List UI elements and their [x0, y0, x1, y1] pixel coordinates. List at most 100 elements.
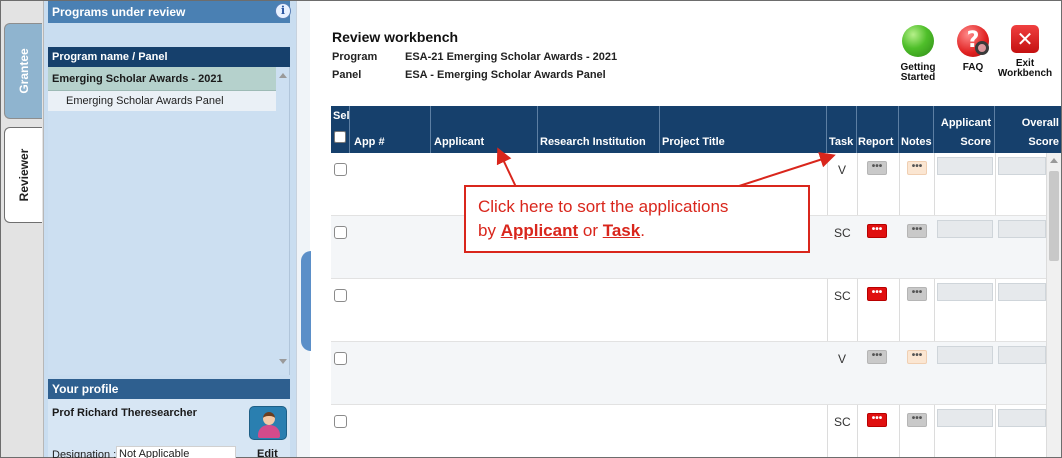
notes-button[interactable]: ••• — [907, 350, 927, 364]
callout-applicant: Applicant — [500, 221, 579, 240]
header-applicant-score[interactable]: Applicant Score — [934, 106, 995, 153]
overall-score-field[interactable] — [998, 157, 1046, 175]
report-button[interactable]: ••• — [867, 224, 887, 238]
header-sel: Sel — [331, 106, 350, 153]
profile-name: Prof Richard Theresearcher — [52, 407, 197, 419]
grid-header: Sel App # Applicant Research Institution… — [331, 106, 1061, 153]
profile-header: Your profile — [48, 379, 290, 399]
report-button[interactable]: ••• — [867, 161, 887, 175]
avatar-body-icon — [258, 425, 280, 438]
list-scroll-down-icon[interactable] — [279, 359, 287, 364]
header-notes-label: Notes — [901, 136, 932, 148]
applicant-score-field[interactable] — [937, 220, 993, 238]
getting-started-label-2: Started — [900, 72, 936, 83]
panel-value: ESA - Emerging Scholar Awards Panel — [405, 69, 606, 81]
row-checkbox[interactable] — [334, 163, 347, 176]
tab-grantee[interactable]: Grantee — [4, 23, 42, 119]
designation-label: Designation : — [52, 449, 117, 458]
header-applicant-score-label-1: Applicant — [940, 117, 991, 129]
row-checkbox[interactable] — [334, 352, 347, 365]
avatar-head-icon — [263, 412, 275, 425]
header-overall-score[interactable]: Overall Score — [995, 106, 1061, 153]
applicant-score-field[interactable] — [937, 346, 993, 364]
task-cell: SC — [834, 289, 851, 303]
report-button[interactable]: ••• — [867, 350, 887, 364]
header-task-label: Task — [829, 136, 854, 148]
exit-label-2: Workbench — [997, 68, 1053, 79]
table-row[interactable]: V ••• ••• — [331, 342, 1046, 405]
select-all-checkbox[interactable] — [334, 131, 346, 143]
notes-button[interactable]: ••• — [907, 287, 927, 301]
info-icon[interactable]: i — [275, 3, 291, 19]
panel-label: Panel — [332, 69, 362, 81]
grid-scrollbar[interactable] — [1046, 153, 1061, 457]
overall-score-field[interactable] — [998, 409, 1046, 427]
program-label: Program — [332, 51, 378, 63]
overall-score-field[interactable] — [998, 220, 1046, 238]
magnifier-icon — [975, 41, 989, 55]
splitter-collapse-handle[interactable] — [301, 251, 311, 351]
callout-by: by — [478, 221, 501, 240]
getting-started-button[interactable]: Getting Started — [891, 25, 945, 83]
faq-button[interactable]: ? FAQ — [951, 25, 995, 73]
header-app-number[interactable]: App # — [350, 106, 431, 153]
tab-grantee-label: Grantee — [16, 48, 31, 94]
overall-score-field[interactable] — [998, 346, 1046, 364]
row-checkbox[interactable] — [334, 415, 347, 428]
report-button[interactable]: ••• — [867, 413, 887, 427]
tab-reviewer-label: Reviewer — [16, 148, 31, 202]
scrollbar-thumb[interactable] — [1049, 171, 1059, 261]
help-question-icon: ? — [957, 25, 989, 57]
task-cell: SC — [834, 226, 851, 240]
avatar-edit-button[interactable] — [249, 406, 287, 440]
header-overall-score-label-1: Overall — [1021, 117, 1059, 129]
applicant-score-field[interactable] — [937, 157, 993, 175]
header-overall-score-label-2: Score — [1028, 136, 1059, 148]
scroll-up-icon[interactable] — [1050, 158, 1058, 163]
notes-button[interactable]: ••• — [907, 161, 927, 175]
edit-profile-label[interactable]: Edit — [257, 448, 278, 458]
row-checkbox[interactable] — [334, 289, 347, 302]
callout-or: or — [578, 221, 603, 240]
program-item[interactable]: Emerging Scholar Awards - 2021 — [48, 67, 276, 91]
header-applicant[interactable]: Applicant — [431, 106, 538, 153]
exit-workbench-button[interactable]: ✕ Exit Workbench — [997, 25, 1053, 79]
faq-label: FAQ — [962, 62, 984, 73]
header-notes[interactable]: Notes — [899, 106, 934, 153]
header-sel-label: Sel — [333, 110, 350, 122]
panel-splitter[interactable] — [296, 1, 311, 457]
table-row[interactable]: SC ••• ••• — [331, 405, 1046, 458]
tab-reviewer[interactable]: Reviewer — [4, 127, 42, 223]
table-row[interactable]: SC ••• ••• — [331, 279, 1046, 342]
header-applicant-label: Applicant — [434, 136, 485, 148]
applicant-score-field[interactable] — [937, 409, 993, 427]
row-checkbox[interactable] — [334, 226, 347, 239]
close-icon: ✕ — [1011, 25, 1039, 53]
header-title-label: Project Title — [662, 136, 725, 148]
programs-side-panel: Programs under review i Program name / P… — [44, 1, 296, 458]
task-cell: V — [838, 352, 847, 366]
report-button[interactable]: ••• — [867, 287, 887, 301]
header-report[interactable]: Report — [857, 106, 899, 153]
green-circle-icon — [902, 25, 934, 57]
designation-field: Not Applicable — [116, 446, 236, 458]
header-project-title[interactable]: Project Title — [660, 106, 827, 153]
profile-section: Prof Richard Theresearcher Designation :… — [48, 399, 290, 458]
overall-score-field[interactable] — [998, 283, 1046, 301]
list-scroll-up-icon[interactable] — [279, 73, 287, 78]
panel-item[interactable]: Emerging Scholar Awards Panel — [48, 91, 276, 111]
applications-grid: Sel App # Applicant Research Institution… — [331, 106, 1061, 457]
programs-panel-title: Programs under review — [52, 5, 186, 19]
header-task[interactable]: Task — [827, 106, 857, 153]
program-list: Emerging Scholar Awards - 2021 Emerging … — [48, 67, 290, 375]
callout-line-1: Click here to sort the applications — [478, 197, 729, 216]
header-applicant-score-label-2: Score — [960, 136, 991, 148]
notes-button[interactable]: ••• — [907, 413, 927, 427]
sort-hint-callout: Click here to sort the applications by A… — [464, 185, 810, 253]
header-research-institution[interactable]: Research Institution — [538, 106, 660, 153]
callout-line-2: by Applicant or Task. — [478, 219, 796, 243]
program-value: ESA-21 Emerging Scholar Awards - 2021 — [405, 51, 618, 63]
task-cell: V — [838, 163, 847, 177]
applicant-score-field[interactable] — [937, 283, 993, 301]
notes-button[interactable]: ••• — [907, 224, 927, 238]
